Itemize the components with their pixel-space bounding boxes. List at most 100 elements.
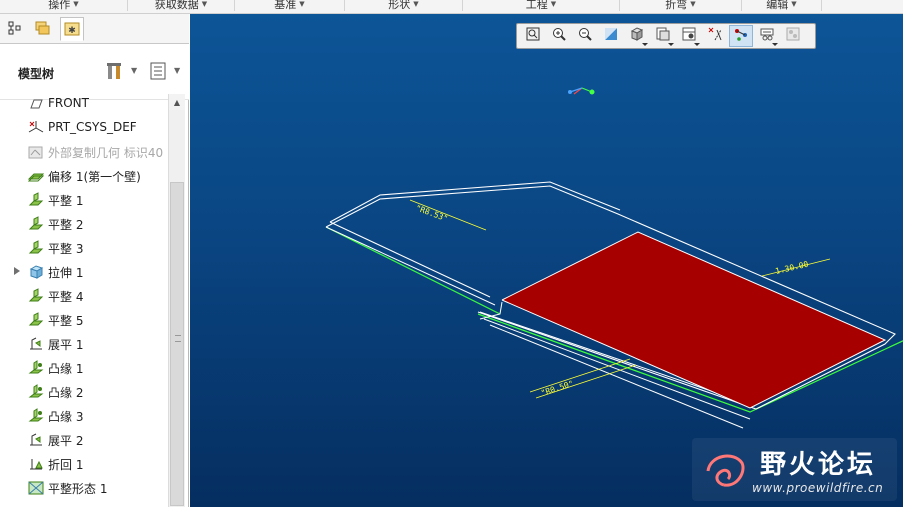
ribbon-group-label: 基准 (274, 0, 297, 11)
tree-item[interactable]: 凸缘 3 (0, 404, 167, 428)
tree-item[interactable]: 外部复制几何 标识40 (0, 140, 167, 164)
spin-center-icon (733, 26, 749, 46)
tree-item[interactable]: 平整 3 (0, 236, 167, 260)
chevron-down-icon: ▼ (550, 0, 557, 8)
flat-wall-icon (28, 312, 44, 328)
zoom-in-button[interactable] (547, 25, 571, 47)
graphics-viewport[interactable]: "R8.53" 1.30.00 "R0.50" 野火论坛 www.proewil… (190, 14, 903, 507)
chevron-down-icon: ▼ (413, 0, 419, 8)
chevron-down-icon: ▼ (201, 0, 208, 8)
panel-tabs: ✱ (0, 14, 189, 44)
dropdown-arrow-icon[interactable] (668, 43, 674, 46)
tree-settings-button[interactable] (105, 61, 125, 81)
ribbon-group-5[interactable]: 折弯 ▼ (620, 0, 742, 11)
refit-button[interactable] (521, 25, 545, 47)
layers-icon (35, 21, 50, 35)
tree-item[interactable]: 偏移 1(第一个壁) (0, 164, 167, 188)
flange-icon (28, 408, 44, 424)
ribbon-group-label: 折弯 (665, 0, 688, 11)
ribbon-group-3[interactable]: 形状 ▼ (345, 0, 463, 11)
tree-item[interactable]: 平整 5 (0, 308, 167, 332)
ribbon-group-4[interactable]: 工程 ▼ (463, 0, 620, 11)
tree-show-dropdown-icon[interactable]: ▼ (174, 66, 180, 75)
zoom-out-button[interactable] (573, 25, 597, 47)
refit-icon (525, 26, 541, 46)
dropdown-arrow-icon[interactable] (642, 43, 648, 46)
flat-pattern-icon (28, 480, 44, 496)
app-window: 操作 ▼ 获取数据 ▼ 基准 ▼ 形状 ▼ 工程 ▼ 折弯 ▼ 编辑 ▼ ✱ 模型树 ▼ ▼ FR (0, 0, 903, 507)
zoom-in-icon (551, 26, 567, 46)
annotation-display-button[interactable] (755, 25, 779, 47)
model-tree-list: FRONT PRT_CSYS_DEF 外部复制几何 标识40 偏移 1(第一个壁) 平整… (0, 92, 167, 507)
tab-favorites[interactable]: ✱ (60, 17, 84, 41)
tree-item[interactable]: 平整 4 (0, 284, 167, 308)
left-panel: ✱ 模型树 ▼ ▼ FRONT PRT_CSYS_DEF 外部复制几何 标识40 偏移… (0, 14, 189, 507)
tree-item[interactable]: 平整 1 (0, 188, 167, 212)
tree-item[interactable]: FRONT (0, 92, 167, 116)
datum-display-button[interactable] (703, 25, 727, 47)
ribbon-group-label: 编辑 (766, 0, 789, 11)
tree-item-label: PRT_CSYS_DEF (48, 120, 137, 134)
tree-item[interactable]: 凸缘 2 (0, 380, 167, 404)
tools-icon (107, 63, 121, 79)
ribbon-group-1[interactable]: 获取数据 ▼ (128, 0, 235, 11)
ribbon-group-bar: 操作 ▼ 获取数据 ▼ 基准 ▼ 形状 ▼ 工程 ▼ 折弯 ▼ 编辑 ▼ (0, 0, 903, 14)
ribbon-group-6[interactable]: 编辑 ▼ (742, 0, 822, 11)
unbend-icon (28, 432, 44, 448)
tree-item[interactable]: 拉伸 1 (0, 260, 167, 284)
chevron-down-icon: ▼ (690, 0, 696, 8)
tree-item[interactable]: 平整形态 1 (0, 476, 167, 500)
tree-item[interactable]: 折回 1 (0, 452, 167, 476)
tree-item-label: 偏移 1(第一个壁) (48, 170, 141, 184)
flat-wall-icon (28, 216, 44, 232)
dimension-radius: "R8.53" (414, 203, 449, 223)
tab-model-tree[interactable] (3, 17, 27, 41)
tree-item-label: FRONT (48, 96, 89, 110)
expand-arrow-icon[interactable] (14, 267, 20, 275)
tree-item[interactable]: 凸缘 1 (0, 356, 167, 380)
repaint-button[interactable] (599, 25, 623, 47)
tab-layers[interactable] (31, 17, 55, 41)
dropdown-arrow-icon[interactable] (694, 43, 700, 46)
tree-item-label: 折回 1 (48, 458, 84, 472)
datum-plane-icon (28, 96, 44, 112)
dropdown-arrow-icon[interactable] (772, 43, 778, 46)
watermark-logo-icon (706, 454, 745, 487)
watermark-url: www.proewildfire.cn (752, 481, 884, 495)
tree-item[interactable]: 平整 2 (0, 212, 167, 236)
view-manager-button[interactable] (677, 25, 701, 47)
flange-icon (28, 360, 44, 376)
flat-wall-icon (28, 192, 44, 208)
display-style-button[interactable] (625, 25, 649, 47)
spin-center-button[interactable] (729, 25, 753, 47)
favorites-icon: ✱ (64, 22, 80, 36)
bendback-icon (28, 456, 44, 472)
tree-settings-dropdown-icon[interactable]: ▼ (131, 66, 137, 75)
dimension-thickness: "R0.50" (540, 379, 575, 398)
flat-wall-icon (28, 240, 44, 256)
extrude-icon (28, 264, 44, 280)
tree-show-button[interactable] (148, 61, 168, 81)
tree-item[interactable]: 展平 1 (0, 332, 167, 356)
ribbon-group-label: 工程 (525, 0, 548, 11)
unbend-icon (28, 336, 44, 352)
tree-item-label: 平整 4 (48, 290, 84, 304)
scroll-up-icon[interactable]: ▲ (169, 94, 185, 110)
zoom-out-icon (577, 26, 593, 46)
repaint-icon (603, 26, 619, 46)
tree-scrollbar[interactable]: ▲ (168, 94, 185, 507)
ribbon-group-2[interactable]: 基准 ▼ (235, 0, 345, 11)
saved-views-button[interactable] (651, 25, 675, 47)
tree-item-label: 凸缘 2 (48, 386, 84, 400)
flange-icon (28, 384, 44, 400)
offset-wall-icon (27, 168, 45, 184)
tree-item[interactable]: 展平 2 (0, 428, 167, 452)
tree-item[interactable]: PRT_CSYS_DEF (0, 116, 167, 140)
external-copy-geom-icon (28, 144, 44, 160)
tree-item-label: 平整 3 (48, 242, 84, 256)
ribbon-group-label: 操作 (48, 0, 71, 11)
ribbon-group-0[interactable]: 操作 ▼ (0, 0, 128, 11)
tree-item-label: 平整 5 (48, 314, 84, 328)
appearance-button[interactable] (781, 25, 805, 47)
scroll-thumb[interactable] (170, 182, 184, 506)
